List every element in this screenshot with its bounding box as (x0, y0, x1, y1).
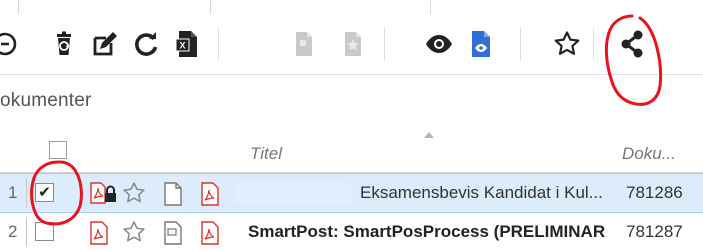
partial-circle-icon[interactable] (0, 24, 24, 64)
page-heading: okumenter (0, 90, 92, 111)
edit-icon[interactable] (86, 24, 124, 64)
row-doc-number: 781287 (626, 222, 683, 241)
blank-document-icon (163, 181, 183, 212)
sort-indicator-icon (424, 132, 434, 138)
recycle-bin-icon[interactable] (45, 24, 83, 64)
document-star-disabled-icon[interactable] (334, 24, 372, 64)
redacted-area (234, 182, 352, 204)
excel-export-icon[interactable]: X (168, 24, 206, 64)
select-all-checkbox[interactable] (49, 141, 67, 159)
refresh-icon[interactable] (127, 24, 165, 64)
pdf-icon (89, 220, 109, 251)
star-icon[interactable] (548, 24, 586, 64)
toolbar-separator (520, 28, 521, 60)
table-header: Titel Doku... (0, 128, 703, 173)
column-header-doc-no[interactable]: Doku... (622, 144, 676, 164)
strip-divider (18, 0, 19, 14)
document-image-icon (163, 220, 183, 251)
eye-icon[interactable] (420, 24, 458, 64)
favorite-star-icon[interactable] (121, 220, 147, 249)
svg-text:X: X (179, 41, 185, 51)
row-number: 1 (8, 183, 18, 202)
pdf-icon (200, 220, 220, 251)
toolbar: X (0, 14, 703, 75)
row-divider (26, 178, 27, 208)
strip-divider (210, 0, 211, 14)
strip-divider (430, 0, 431, 14)
document-disabled-icon[interactable] (285, 24, 323, 64)
toolbar-separator (384, 28, 385, 60)
row-checkbox[interactable]: ✔ (35, 183, 54, 202)
row-doc-number: 781286 (626, 183, 683, 202)
top-strip (0, 0, 703, 15)
table-row[interactable]: 2 SmartPost: SmartPosProcess (PRELIMINAR… (0, 213, 703, 251)
row-checkbox[interactable] (35, 222, 54, 241)
row-title[interactable]: Eksamensbevis Kandidat i Kul... (360, 183, 603, 203)
column-header-title[interactable]: Titel (250, 144, 282, 164)
document-eye-icon[interactable] (462, 24, 500, 64)
pdf-locked-icon (89, 181, 119, 210)
row-divider (26, 217, 27, 247)
row-number: 2 (8, 222, 18, 241)
favorite-star-icon[interactable] (121, 181, 147, 210)
table-row[interactable]: 1 ✔ Eksamensbevis Kandidat i Kul... 7812… (0, 173, 703, 213)
pdf-icon (200, 181, 220, 212)
toolbar-separator (218, 28, 219, 60)
partial-icon[interactable] (683, 24, 703, 64)
toolbar-separator (593, 28, 594, 60)
row-title[interactable]: SmartPost: SmartPosProcess (PRELIMINAR (248, 222, 605, 242)
share-icon[interactable] (613, 24, 651, 64)
